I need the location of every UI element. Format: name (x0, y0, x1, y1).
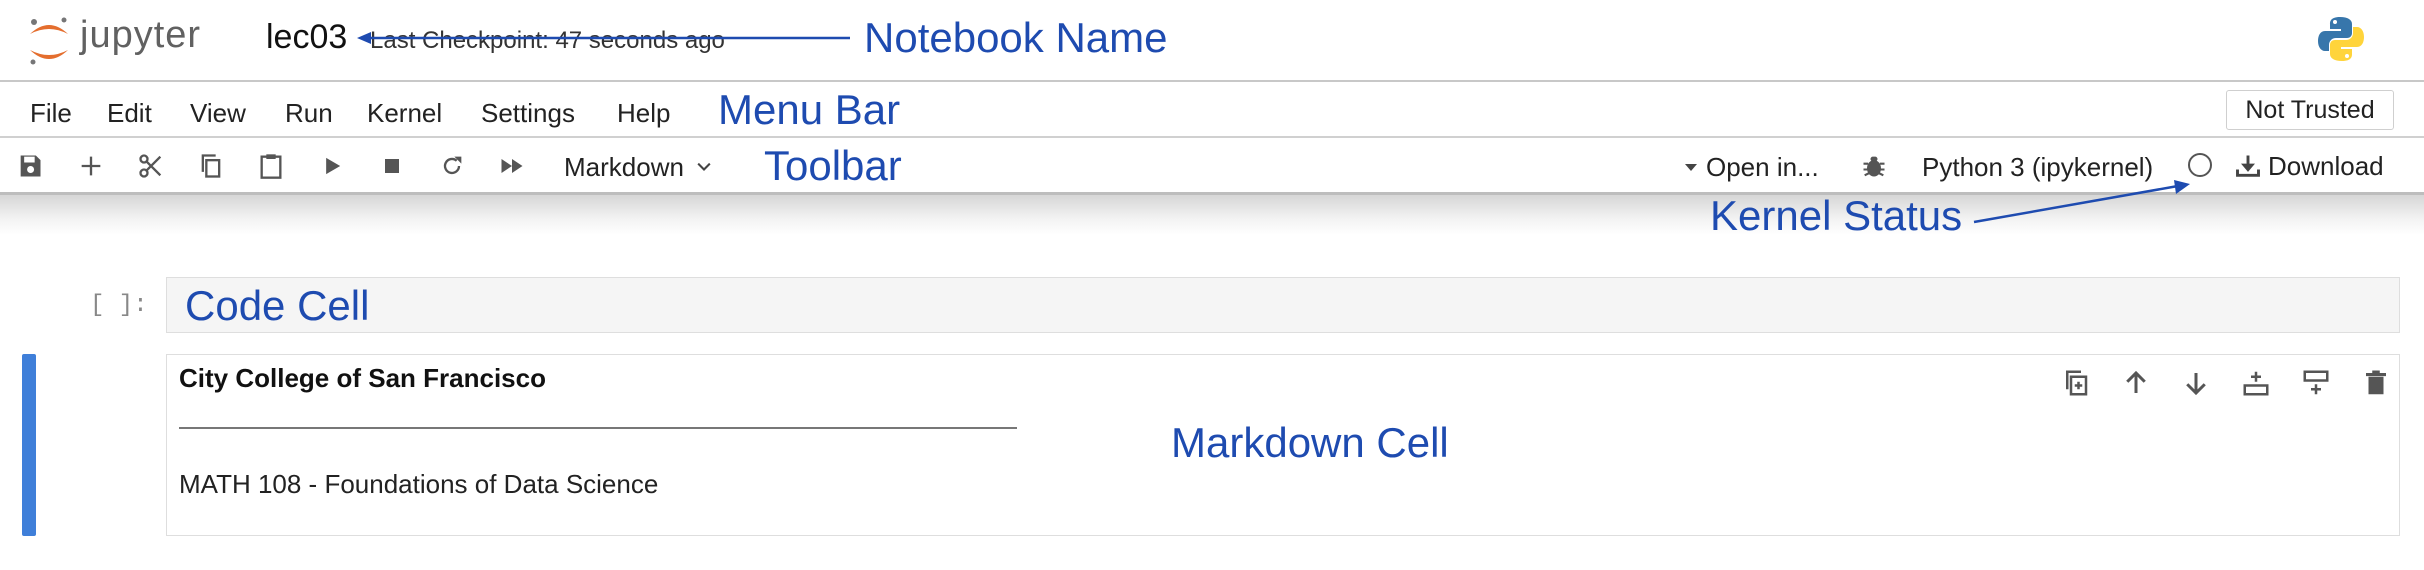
insert-below-icon (2303, 370, 2329, 395)
python-logo-icon (2318, 17, 2364, 61)
jupyter-logo-text: jupyter (80, 14, 202, 56)
code-cell-content: Code Cell (185, 282, 370, 329)
jupyter-logo-icon (30, 17, 68, 65)
cut-button[interactable] (135, 150, 167, 182)
copy-button[interactable] (195, 150, 227, 182)
download-icon (2236, 155, 2260, 177)
notebook-name-annotation-arrow (357, 32, 850, 44)
menu-settings[interactable]: Settings (481, 98, 575, 129)
fast-forward-icon (501, 159, 523, 173)
chevron-down-icon (697, 162, 711, 171)
arrow-down-icon (2186, 373, 2206, 396)
insert-above-icon (2243, 371, 2269, 396)
refresh-icon (443, 156, 462, 175)
trash-icon (2366, 370, 2386, 395)
open-in-label: Open in... (1706, 151, 1819, 182)
cell-type-value: Markdown (564, 151, 684, 182)
cell-selected-indicator (22, 354, 36, 536)
duplicate-icon (2066, 370, 2088, 396)
move-cell-up-button[interactable] (2118, 365, 2154, 401)
not-trusted-button[interactable]: Not Trusted (2226, 90, 2394, 130)
notebook-name[interactable]: lec03 (266, 18, 347, 57)
debugger-button[interactable] (1858, 150, 1890, 182)
insert-cell-button[interactable] (75, 150, 107, 182)
play-icon (326, 157, 341, 175)
run-cell-button[interactable] (316, 150, 348, 182)
plus-icon (81, 156, 101, 176)
menu-edit[interactable]: Edit (107, 98, 152, 129)
arrow-up-icon (2126, 370, 2146, 393)
kernel-status-annotation: Kernel Status (1710, 192, 1963, 239)
markdown-horizontal-rule (179, 427, 1017, 429)
cell-type-select[interactable]: Markdown (564, 150, 714, 184)
top-header: jupyter lec03 Last Checkpoint: 47 second… (0, 0, 2424, 82)
menu-help[interactable]: Help (617, 98, 670, 129)
notebook-name-annotation: Notebook Name (864, 14, 1168, 61)
menu-view[interactable]: View (190, 98, 246, 129)
code-cell-prompt: [ ]: (90, 292, 148, 319)
delete-cell-button[interactable] (2358, 365, 2394, 401)
bug-icon (1863, 156, 1885, 177)
insert-cell-above-button[interactable] (2238, 365, 2274, 401)
scissors-icon (139, 154, 162, 178)
save-button[interactable] (14, 150, 46, 182)
menu-file[interactable]: File (30, 98, 72, 129)
caret-down-icon (1685, 164, 1697, 171)
open-in-dropdown[interactable]: Open in... (1684, 150, 1819, 184)
move-cell-down-button[interactable] (2178, 365, 2214, 401)
kernel-status-annotation-arrow (1973, 180, 2190, 224)
jupyter-logo[interactable]: jupyter (24, 10, 244, 70)
download-button[interactable]: Download (2234, 148, 2384, 184)
toolbar-annotation: Toolbar (764, 142, 902, 189)
kernel-status-indicator (2188, 153, 2212, 177)
markdown-subtitle: MATH 108 - Foundations of Data Science (179, 469, 659, 499)
download-label: Download (2268, 150, 2384, 181)
markdown-cell-annotation: Markdown Cell (1171, 419, 1449, 466)
menu-bar-annotation: Menu Bar (718, 86, 901, 133)
paste-button[interactable] (255, 150, 287, 182)
copy-icon (201, 154, 221, 178)
menu-kernel[interactable]: Kernel (367, 98, 442, 129)
clipboard-icon (260, 154, 282, 179)
stop-kernel-button[interactable] (376, 150, 408, 182)
stop-icon (385, 159, 399, 173)
markdown-title: City College of San Francisco (179, 363, 546, 393)
not-trusted-label: Not Trusted (2245, 95, 2375, 124)
menu-bar (0, 82, 2424, 138)
insert-cell-below-button[interactable] (2298, 365, 2334, 401)
save-icon (20, 155, 41, 177)
code-cell-editor[interactable]: Code Cell (166, 277, 2400, 333)
duplicate-cell-button[interactable] (2058, 365, 2094, 401)
restart-kernel-button[interactable] (436, 150, 468, 182)
run-all-button[interactable] (496, 150, 528, 182)
menu-run[interactable]: Run (285, 98, 333, 129)
